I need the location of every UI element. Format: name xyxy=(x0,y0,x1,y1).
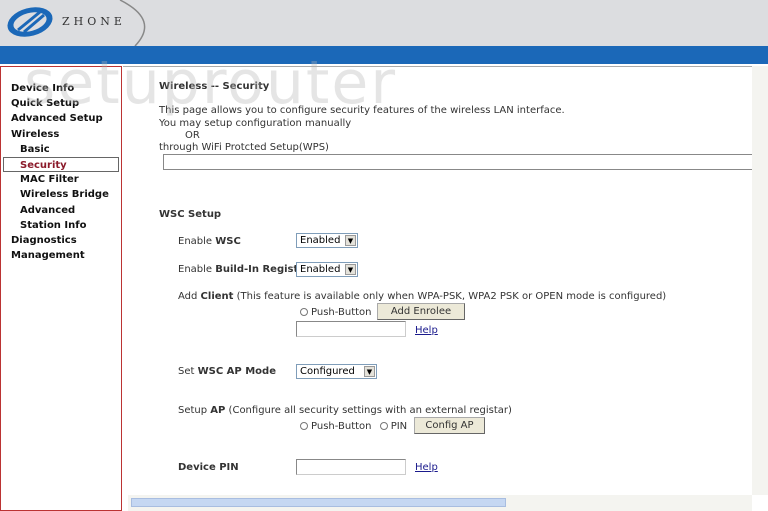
pin-label: PIN xyxy=(390,421,408,432)
enable-wsc-label: Enable WSC xyxy=(178,236,241,247)
chevron-down-icon: ▼ xyxy=(345,264,356,275)
client-pin-input[interactable] xyxy=(296,321,406,337)
scrollbar-thumb[interactable] xyxy=(131,498,506,507)
sidebar-item-basic[interactable]: Basic xyxy=(1,142,121,157)
help-link[interactable]: Help xyxy=(415,325,438,336)
sidebar-item-mac-filter[interactable]: MAC Filter xyxy=(1,172,121,187)
device-pin-input[interactable] xyxy=(296,459,406,475)
intro-text: This page allows you to configure securi… xyxy=(159,105,565,116)
config-ap-button[interactable]: Config AP xyxy=(414,417,485,434)
sidebar-item-management[interactable]: Management xyxy=(1,248,121,263)
blue-banner xyxy=(0,46,768,64)
help-link[interactable]: Help xyxy=(415,462,438,473)
setup-ap-label: Setup AP (Configure all security setting… xyxy=(178,405,512,416)
ap-mode-select[interactable]: Configured ▼ xyxy=(296,364,377,379)
page-title: Wireless -- Security xyxy=(159,81,270,92)
add-enrolee-button[interactable]: Add Enrolee xyxy=(377,303,465,320)
sidebar-item-diagnostics[interactable]: Diagnostics xyxy=(1,233,121,248)
push-button-label: Push-Button xyxy=(311,307,372,318)
wps-box xyxy=(163,154,768,170)
intro-text: through WiFi Protcted Setup(WPS) xyxy=(159,142,329,153)
logo-text: ZHONE xyxy=(62,15,126,28)
ap-mode-label: Set WSC AP Mode xyxy=(178,366,276,377)
registrar-label: Enable Build-In Registrar xyxy=(178,264,315,275)
sidebar-item-advanced[interactable]: Advanced xyxy=(1,203,121,218)
intro-text: You may setup configuration manually xyxy=(159,118,352,129)
sidebar-item-advanced-setup[interactable]: Advanced Setup xyxy=(1,111,121,126)
sidebar-item-wireless-bridge[interactable]: Wireless Bridge xyxy=(1,187,121,202)
header: ZHONE xyxy=(0,0,768,46)
chevron-down-icon: ▼ xyxy=(345,235,356,246)
vertical-scrollbar[interactable] xyxy=(752,66,768,495)
sidebar-item-device-info[interactable]: Device Info xyxy=(1,81,121,96)
sidebar: Device Info Quick Setup Advanced Setup Wire… xyxy=(0,66,122,511)
sidebar-item-quick-setup[interactable]: Quick Setup xyxy=(1,96,121,111)
wsc-heading: WSC Setup xyxy=(159,209,222,220)
chevron-down-icon: ▼ xyxy=(364,366,375,377)
push-button-radio[interactable] xyxy=(300,308,308,316)
setup-ap-radios: Push-Button PIN xyxy=(300,421,407,432)
sidebar-item-station-info[interactable]: Station Info xyxy=(1,218,121,233)
content: Wireless -- Security This page allows yo… xyxy=(123,66,768,511)
device-pin-label: Device PIN xyxy=(178,462,239,473)
enable-wsc-select[interactable]: Enabled ▼ xyxy=(296,233,358,248)
pin-radio[interactable] xyxy=(379,422,388,430)
push-button-label: Push-Button xyxy=(311,421,372,432)
push-button-radio[interactable] xyxy=(300,422,308,430)
sidebar-item-security[interactable]: Security xyxy=(3,156,119,173)
sidebar-item-wireless[interactable]: Wireless xyxy=(1,127,121,142)
registrar-select[interactable]: Enabled ▼ xyxy=(296,262,358,277)
horizontal-scrollbar[interactable] xyxy=(128,495,752,511)
or-text: OR xyxy=(185,130,200,141)
add-client-label: Add Client (This feature is available on… xyxy=(178,291,667,302)
